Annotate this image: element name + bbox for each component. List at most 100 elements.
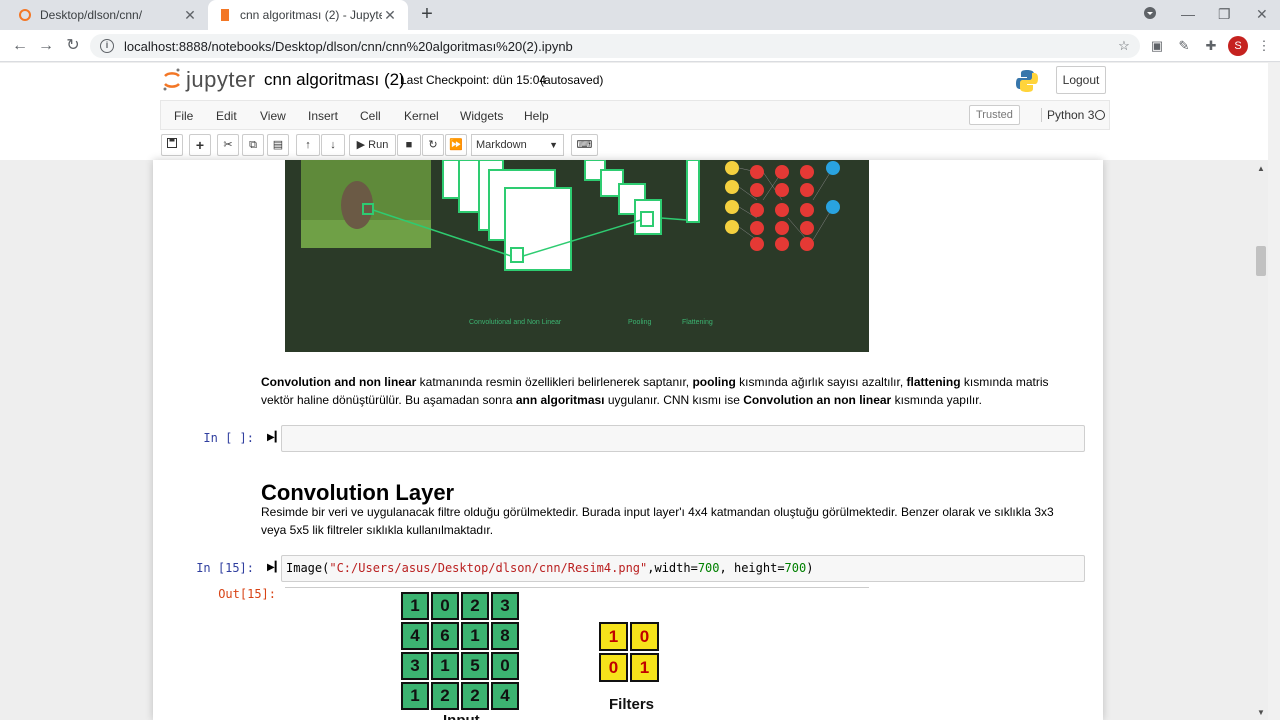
input-matrix-cell: 3	[401, 652, 429, 680]
bookmark-star-icon[interactable]: ☆	[1116, 38, 1132, 54]
copy-icon[interactable]: ⧉	[242, 134, 264, 156]
input-matrix-cell: 2	[461, 592, 489, 620]
play-icon: ▶	[356, 139, 366, 151]
move-up-icon[interactable]: ↑	[296, 134, 320, 156]
code-token: )	[806, 561, 814, 575]
bold-term: flattening	[906, 375, 961, 389]
browser-tab-strip: Desktop/dlson/cnn/ ✕ cnn algoritması (2)…	[0, 0, 1280, 30]
jupyter-header: jupyter cnn algoritması (2) Last Checkpo…	[0, 63, 1268, 160]
input-matrix-cell: 1	[401, 592, 429, 620]
cut-icon[interactable]: ✂	[217, 134, 239, 156]
figure-label-conv: Convolutional and Non Linear	[469, 319, 562, 326]
keyboard-icon[interactable]: ⌨	[571, 134, 598, 156]
notebook-name[interactable]: cnn algoritması (2)	[264, 70, 405, 90]
cell-output-prompt: Out[15]:	[218, 587, 276, 601]
bold-term: pooling	[692, 375, 736, 389]
restart-icon[interactable]: ↻	[422, 134, 444, 156]
avatar[interactable]: S	[1228, 36, 1248, 56]
bold-term: Convolution and non linear	[261, 375, 417, 389]
minimize-icon[interactable]: —	[1181, 6, 1195, 22]
code-cell-input[interactable]: Image("C:/Users/asus/Desktop/dlson/cnn/R…	[281, 555, 1085, 582]
input-matrix-cell: 1	[431, 652, 459, 680]
more-menu-icon[interactable]: ⋮	[1256, 38, 1272, 54]
filter-matrix-cell: 1	[599, 622, 628, 651]
markdown-paragraph: Resimde bir veri ve uygulanacak filtre o…	[261, 505, 1054, 537]
jupyter-logo-text: jupyter	[186, 67, 256, 92]
profile-menu-icon[interactable]	[1143, 6, 1157, 23]
jupyter-logo[interactable]: jupyter	[162, 67, 256, 93]
menu-view[interactable]: View	[260, 109, 286, 123]
text-run: katmanında resmin özellikleri belirlener…	[416, 375, 693, 389]
scroll-down-icon[interactable]: ▼	[1256, 708, 1266, 717]
move-down-icon[interactable]: ↓	[321, 134, 345, 156]
menu-help[interactable]: Help	[524, 109, 549, 123]
input-matrix-cell: 1	[401, 682, 429, 710]
close-tab-icon[interactable]: ✕	[182, 7, 198, 24]
code-cell-input[interactable]	[281, 425, 1085, 452]
text-run: uygulanır. CNN kısmı ise	[604, 393, 744, 407]
run-label: Run	[368, 139, 389, 151]
stop-icon[interactable]: ■	[397, 134, 421, 156]
extension-icon[interactable]: ▣	[1149, 38, 1165, 54]
input-label: Input	[443, 712, 480, 720]
forward-icon[interactable]: →	[36, 36, 56, 56]
browser-tab-inactive[interactable]: Desktop/dlson/cnn/ ✕	[8, 0, 208, 30]
logout-button[interactable]: Logout	[1056, 66, 1106, 94]
extension-icon[interactable]: ✎	[1176, 38, 1192, 54]
input-matrix-cell: 5	[461, 652, 489, 680]
cell-type-select[interactable]: Markdown ▼	[471, 134, 564, 156]
back-icon[interactable]: ←	[10, 36, 30, 56]
site-info-icon[interactable]: i	[100, 39, 114, 53]
paste-icon[interactable]: ▤	[267, 134, 289, 156]
close-tab-icon[interactable]: ✕	[382, 7, 398, 24]
menu-insert[interactable]: Insert	[308, 109, 338, 123]
page-scrollbar[interactable]	[1268, 63, 1280, 720]
tab-title: cnn algoritması (2) - Jupyter Note	[240, 8, 382, 22]
run-button[interactable]: ▶ Run	[349, 134, 396, 156]
tab-title: Desktop/dlson/cnn/	[40, 8, 143, 22]
input-matrix-cell: 8	[491, 622, 519, 650]
filter-matrix-cell: 1	[630, 653, 659, 682]
jupyter-logo-icon	[163, 68, 180, 91]
address-bar[interactable]: i localhost:8888/notebooks/Desktop/dlson…	[90, 34, 1140, 58]
restore-icon[interactable]: ❐	[1218, 6, 1231, 23]
bold-term: ann algoritması	[515, 393, 605, 407]
cell-input-prompt: In [ ]:	[203, 431, 254, 445]
autosave-status: (autosaved)	[540, 73, 604, 87]
input-matrix-cell: 4	[401, 622, 429, 650]
input-matrix-cell: 6	[431, 622, 459, 650]
checkpoint-status: Last Checkpoint: dün 15:04	[400, 73, 547, 87]
input-matrix-cell: 3	[491, 592, 519, 620]
cell-input-prompt: In [15]:	[196, 561, 254, 575]
save-button[interactable]	[161, 134, 183, 156]
bold-term: Convolution an non linear	[743, 393, 892, 407]
code-token: Image(	[286, 561, 330, 575]
figure-label-pooling: Pooling	[628, 319, 652, 326]
cnn-architecture-image: Convolutional and Non Linear Pooling Fla…	[285, 160, 869, 352]
code-number: 700	[697, 561, 720, 575]
scrollbar-thumb[interactable]	[1256, 246, 1266, 276]
scroll-up-icon[interactable]: ▲	[1256, 164, 1266, 173]
insert-cell-button[interactable]: +	[189, 134, 211, 156]
puzzle-icon[interactable]: ✚	[1203, 38, 1219, 54]
filters-label: Filters	[609, 696, 655, 713]
menu-widgets[interactable]: Widgets	[460, 109, 503, 123]
input-matrix-cell: 2	[431, 682, 459, 710]
menu-cell[interactable]: Cell	[360, 109, 381, 123]
menu-file[interactable]: File	[174, 109, 193, 123]
cell-type-value: Markdown	[476, 139, 527, 151]
menu-kernel[interactable]: Kernel	[404, 109, 439, 123]
restart-run-all-icon[interactable]: ⏩	[445, 134, 467, 156]
trusted-badge[interactable]: Trusted	[969, 105, 1020, 125]
chevron-down-icon: ▼	[549, 140, 558, 150]
new-tab-icon[interactable]: +	[416, 4, 438, 26]
code-token: ,width=	[647, 561, 698, 575]
filter-matrix-cell: 0	[599, 653, 628, 682]
browser-toolbar: ← → ↻ i localhost:8888/notebooks/Desktop…	[0, 30, 1280, 62]
input-matrix-cell: 4	[491, 682, 519, 710]
menu-edit[interactable]: Edit	[216, 109, 237, 123]
browser-tab-active[interactable]: cnn algoritması (2) - Jupyter Note ✕	[208, 0, 408, 30]
close-window-icon[interactable]: ✕	[1256, 6, 1268, 23]
text-run: kısmında ağırlık sayısı azaltılır,	[735, 375, 907, 389]
reload-icon[interactable]: ↻	[63, 36, 83, 56]
